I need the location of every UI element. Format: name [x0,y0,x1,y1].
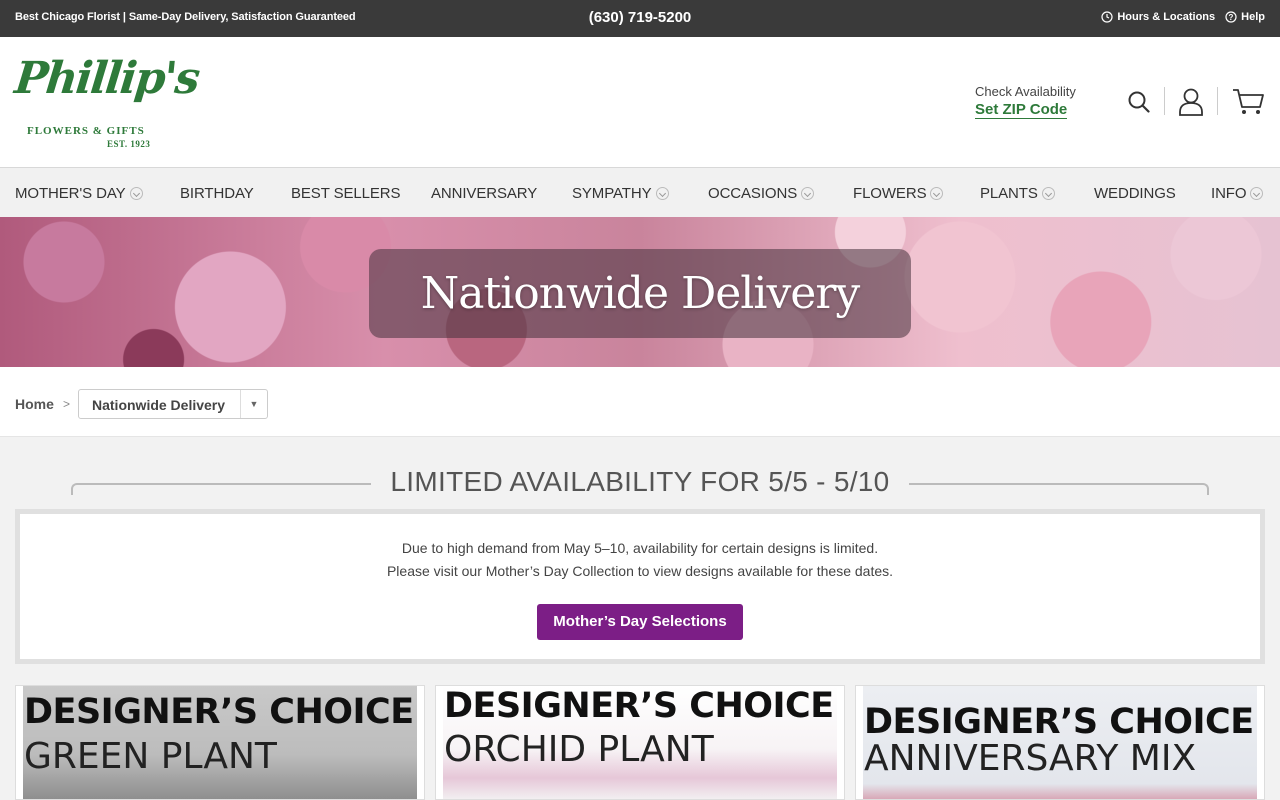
product-title-line-2: ORCHID PLANT [444,729,714,770]
nav-label: PLANTS [980,185,1038,202]
product-title-line-2: GREEN PLANT [24,736,277,777]
product-title-line-1: DESIGNER’S CHOICE [864,702,1254,742]
product-card[interactable]: DESIGNER’S CHOICE GREEN PLANT [15,685,425,800]
breadcrumb: Home > Nationwide Delivery ▼ [0,367,1280,437]
chevron-down-icon [129,187,143,200]
account-icon[interactable] [1178,87,1204,122]
nav-anniversary[interactable]: ANNIVERSARY [431,185,537,202]
chevron-down-icon [801,187,815,200]
notice-line-1: Due to high demand from May 5–10, availa… [401,540,879,556]
product-title-line-2: ANNIVERSARY MIX [864,738,1197,779]
nav-mothers-day[interactable]: MOTHER'S DAY [15,185,143,202]
nav-info[interactable]: INFO [1211,185,1264,202]
help-icon: ? [1225,11,1237,23]
hero-banner: Nationwide Delivery [0,217,1280,367]
mothers-day-selections-button[interactable]: Mother’s Day Selections [537,604,743,640]
nav-flowers[interactable]: FLOWERS [853,185,944,202]
check-availability-label: Check Availability [975,84,1076,99]
clock-icon [1101,11,1113,23]
breadcrumb-separator: > [63,397,71,411]
breadcrumb-home[interactable]: Home [15,396,54,412]
help-link[interactable]: ? Help [1225,11,1265,23]
set-zip-link[interactable]: Set ZIP Code [975,101,1068,119]
nav-birthday[interactable]: BIRTHDAY [180,185,254,202]
breadcrumb-current: Nationwide Delivery [92,397,226,413]
main-nav: MOTHER'S DAY BIRTHDAY BEST SELLERS ANNIV… [0,168,1280,217]
notice-heading: LIMITED AVAILABILITY FOR 5/5 - 5/10 [390,466,890,497]
chevron-down-icon [655,187,669,200]
hours-locations-label: Hours & Locations [1117,11,1216,23]
check-availability: Check Availability Set ZIP Code [975,84,1076,119]
nav-label: FLOWERS [853,185,927,202]
nav-label: ANNIVERSARY [431,185,538,202]
svg-text:?: ? [1229,13,1234,22]
notice-box: Due to high demand from May 5–10, availa… [15,509,1265,664]
top-links: Hours & Locations ? Help [1101,11,1265,23]
hours-locations-link[interactable]: Hours & Locations [1101,11,1215,23]
product-title-line-1: DESIGNER’S CHOICE [444,686,834,726]
nav-label: MOTHER'S DAY [15,185,126,202]
logo-script: Phillip's [12,53,201,104]
nav-plants[interactable]: PLANTS [980,185,1055,202]
chevron-down-icon [1250,187,1264,200]
logo-subtitle: FLOWERS & GIFTS [27,125,145,137]
nav-label: OCCASIONS [708,185,798,202]
search-icon[interactable] [1127,90,1151,119]
site-header: Phillip's FLOWERS & GIFTS EST. 1923 Chec… [0,37,1280,168]
chevron-down-icon [1041,187,1055,200]
dropdown-arrow-icon: ▼ [240,390,267,418]
header-divider [1164,87,1165,115]
phone-number[interactable]: (630) 719-5200 [0,9,1280,26]
cart-icon[interactable] [1232,88,1266,121]
breadcrumb-select[interactable]: Nationwide Delivery ▼ [78,389,268,419]
nav-best-sellers[interactable]: BEST SELLERS [291,185,401,202]
nav-occasions[interactable]: OCCASIONS [708,185,815,202]
nav-label: BIRTHDAY [180,185,254,202]
logo[interactable]: Phillip's FLOWERS & GIFTS EST. 1923 [12,53,200,153]
nav-label: WEDDINGS [1094,185,1176,202]
product-card[interactable]: DESIGNER’S CHOICE ANNIVERSARY MIX [855,685,1265,800]
top-bar: Best Chicago Florist | Same-Day Delivery… [0,0,1280,37]
chevron-down-icon [930,187,944,200]
product-title-line-1: DESIGNER’S CHOICE [24,692,414,732]
nav-label: INFO [1211,185,1247,202]
nav-sympathy[interactable]: SYMPATHY [572,185,669,202]
logo-established: EST. 1923 [107,139,151,149]
page-title: Nationwide Delivery [420,268,861,319]
nav-label: BEST SELLERS [291,185,401,202]
product-card[interactable]: DESIGNER’S CHOICE ORCHID PLANT [435,685,845,800]
nav-label: SYMPATHY [572,185,652,202]
nav-weddings[interactable]: WEDDINGS [1094,185,1176,202]
notice-line-2: Please visit our Mother’s Day Collection… [386,563,894,579]
header-divider [1217,87,1218,115]
help-label: Help [1241,11,1265,23]
